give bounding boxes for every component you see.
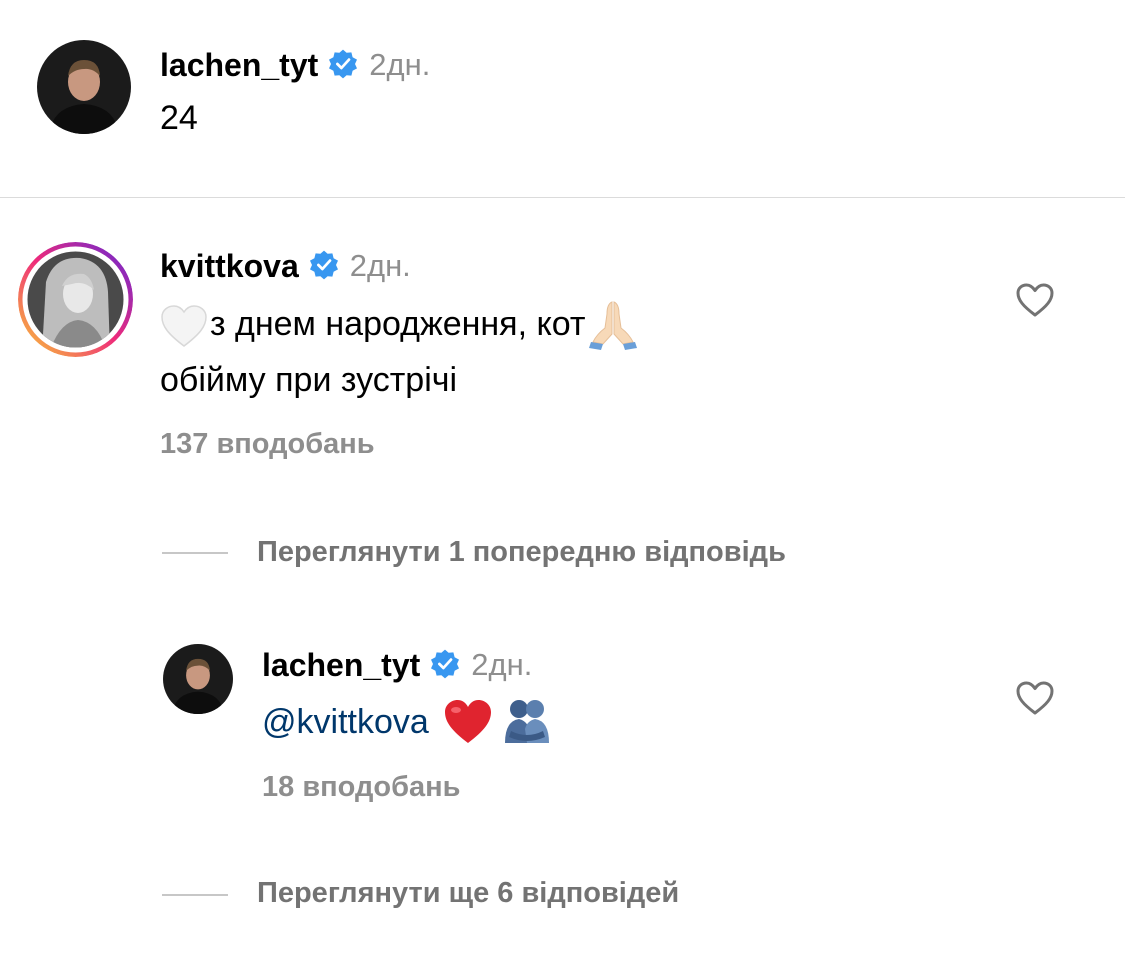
mention-link[interactable]: @kvittkova [262, 694, 429, 750]
comment-username[interactable]: kvittkova [160, 248, 299, 285]
post-avatar[interactable] [37, 40, 131, 134]
view-previous-reply-button[interactable]: Переглянути 1 попередню відповідь [257, 536, 786, 569]
verified-badge-icon [327, 48, 359, 85]
comment-header: kvittkova 2дн. [160, 246, 411, 286]
reply-likes-count[interactable]: 18 вподобань [262, 771, 461, 804]
post-caption: 24 [160, 99, 198, 137]
comment-likes-count[interactable]: 137 вподобань [160, 428, 375, 461]
reply-avatar[interactable] [163, 644, 233, 714]
heart-outline-icon[interactable] [1015, 680, 1055, 716]
comment-text-line2: обійму при зустрічі [160, 361, 458, 399]
reply-username[interactable]: lachen_tyt [262, 647, 420, 684]
post-header: lachen_tyt 2дн. [160, 45, 430, 85]
reply-header: lachen_tyt 2дн. [262, 645, 532, 685]
hugging-people-emoji [501, 697, 553, 747]
reply-time: 2дн. [471, 647, 533, 682]
praying-hands-emoji [587, 298, 639, 350]
reply-thread-line [162, 894, 228, 896]
verified-badge-icon [308, 249, 340, 286]
comment-text-line1: з днем народження, кот [160, 296, 639, 352]
post-username[interactable]: lachen_tyt [160, 47, 318, 84]
heart-outline-icon[interactable] [1015, 282, 1055, 318]
divider [0, 197, 1125, 198]
comment-time: 2дн. [349, 248, 411, 283]
reply-thread-line [162, 552, 228, 554]
post-time: 2дн. [369, 47, 431, 82]
view-more-replies-button[interactable]: Переглянути ще 6 відповідей [257, 877, 679, 910]
comment-text: з днем народження, кот [210, 305, 586, 343]
white-heart-emoji [160, 304, 208, 347]
red-heart-emoji [443, 699, 493, 745]
comment-avatar-story-ring[interactable] [18, 242, 133, 357]
reply-text: @kvittkova [262, 694, 553, 750]
verified-badge-icon [429, 648, 461, 685]
